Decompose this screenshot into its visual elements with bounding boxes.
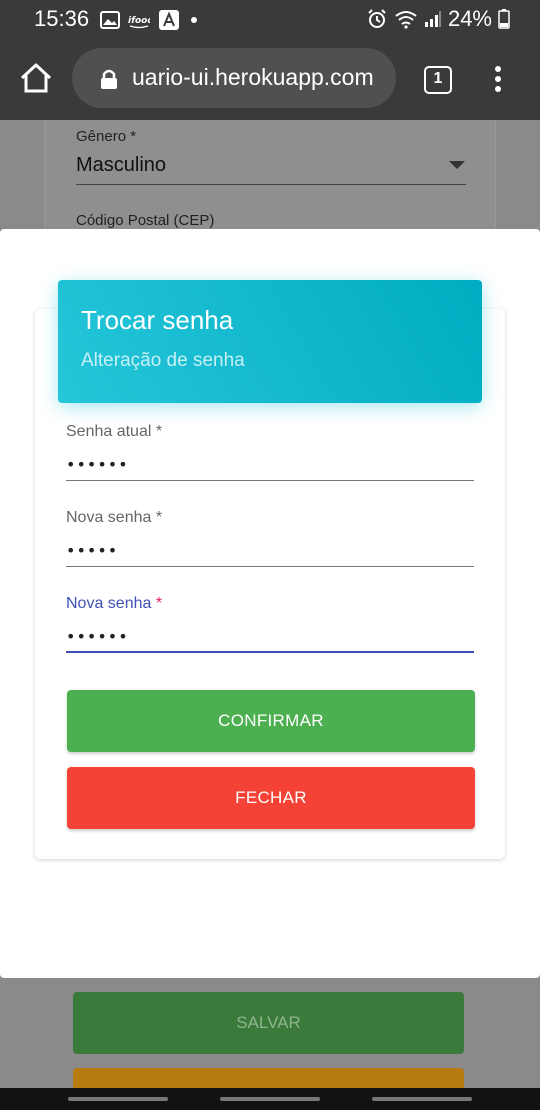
genero-select: Masculino [76,154,167,176]
card-header: Trocar senha Alteração de senha [58,280,482,403]
browser-toolbar: uario-ui.herokuapp.com 1 [0,38,540,120]
ifood-icon: ifood [128,16,150,29]
dialog-subtitle: Alteração de senha [81,350,245,371]
confirm-password-input[interactable] [66,613,474,653]
more-options-icon[interactable] [492,66,504,96]
confirm-password-field: Nova senha * [66,595,474,653]
address-bar[interactable]: uario-ui.herokuapp.com [72,48,396,108]
image-icon [100,11,120,29]
notification-icons: ifood [100,9,200,31]
signal-icon [424,11,441,27]
current-password-label: Senha atual * [66,423,163,440]
a-app-icon [159,10,179,30]
status-bar: 15:36 ifood 24% [0,0,540,38]
current-password-field: Senha atual * [66,423,474,481]
home-icon[interactable] [18,60,54,96]
tab-switcher-button[interactable]: 1 [424,66,452,94]
new-password-input[interactable] [66,527,474,567]
save-button: SALVAR [73,992,464,1054]
nav-back-pill[interactable] [68,1097,168,1101]
new-password-label: Nova senha * [66,509,163,526]
lock-icon [101,69,117,89]
cep-label: Código Postal (CEP) [76,212,215,229]
svg-text:ifood: ifood [128,16,150,26]
nav-home-pill[interactable] [220,1097,320,1101]
confirm-password-label: Nova senha * [66,595,163,612]
status-right: 24% [366,6,510,32]
battery-percent: 24% [447,6,492,31]
alarm-icon [368,9,386,28]
genero-label: Gênero * [76,128,137,145]
new-password-field: Nova senha * [66,509,474,567]
dot-icon [191,17,197,23]
dropdown-arrow-icon [449,161,465,169]
genero-underline [76,184,466,185]
close-button[interactable]: FECHAR [67,767,475,829]
battery-icon [498,9,510,29]
confirm-button[interactable]: CONFIRMAR [67,690,475,752]
url-text: uario-ui.herokuapp.com [132,64,374,90]
nav-recents-pill[interactable] [372,1097,472,1101]
navigation-bar [0,1088,540,1110]
dialog-title: Trocar senha [81,305,234,335]
change-password-dialog: Trocar senha Alteração de senha Senha at… [0,229,540,978]
wifi-icon [395,11,417,29]
current-password-input[interactable] [66,441,474,481]
status-time: 15:36 [34,6,90,31]
